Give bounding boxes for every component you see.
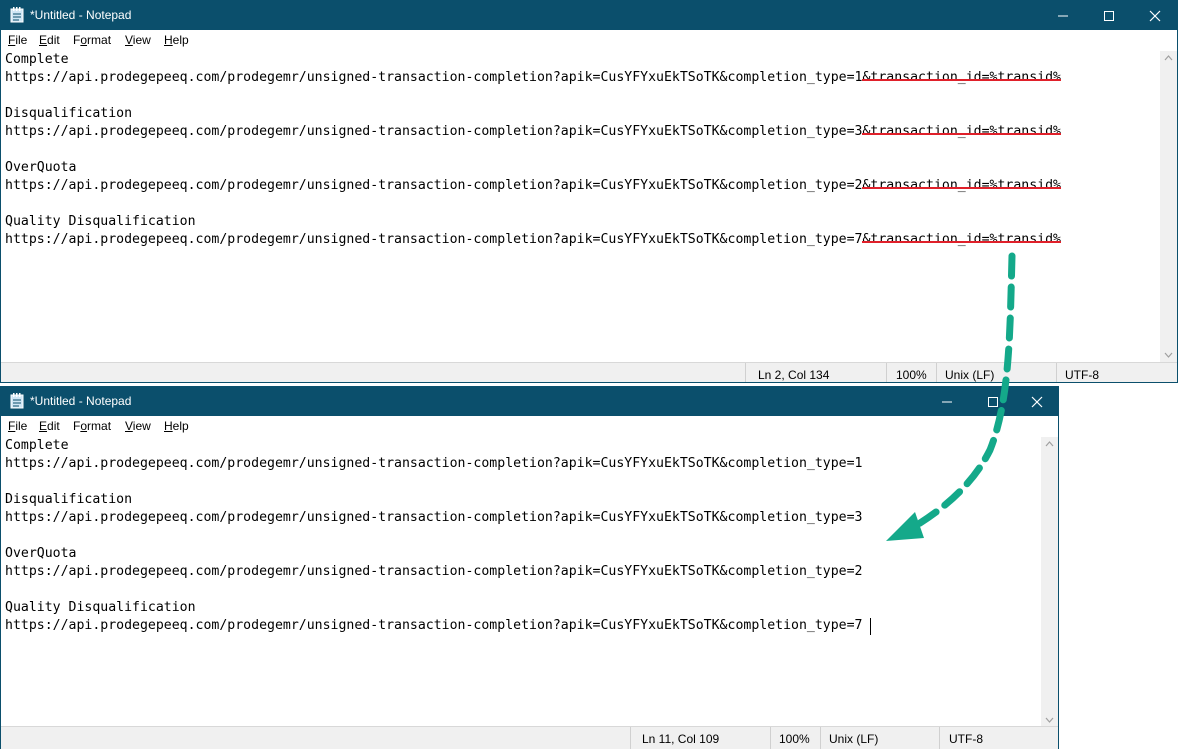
title-bar[interactable]: *Untitled - Notepad	[1, 387, 1058, 416]
editor-line: OverQuota	[5, 546, 77, 561]
encoding: UTF-8	[1065, 368, 1099, 382]
text-caret	[870, 618, 871, 635]
text-editor[interactable]: Complete https://api.prodegepeeq.com/pro…	[1, 437, 1041, 727]
menu-view[interactable]: View	[125, 419, 151, 433]
title-bar[interactable]: *Untitled - Notepad	[1, 1, 1177, 30]
minimize-button[interactable]	[1040, 1, 1086, 30]
menu-format[interactable]: Format	[73, 419, 111, 433]
maximize-button[interactable]	[1086, 1, 1132, 30]
scroll-down-icon[interactable]	[1045, 717, 1054, 723]
minimize-icon	[1058, 15, 1068, 17]
line-ending: Unix (LF)	[829, 732, 879, 746]
maximize-button[interactable]	[970, 387, 1016, 416]
scroll-down-icon[interactable]	[1164, 352, 1173, 358]
editor-line: https://api.prodegepeeq.com/prodegemr/un…	[5, 232, 1061, 247]
zoom-level: 100%	[896, 368, 927, 382]
menu-view[interactable]: View	[125, 33, 151, 47]
struck-text: &transaction_id=%transid%	[862, 70, 1061, 85]
cursor-position: Ln 11, Col 109	[642, 732, 720, 746]
zoom-level: 100%	[779, 732, 810, 746]
editor-line: Disqualification	[5, 492, 133, 507]
text-editor[interactable]: Complete https://api.prodegepeeq.com/pro…	[1, 51, 1160, 362]
cursor-position: Ln 2, Col 134	[758, 368, 830, 382]
close-button[interactable]	[1132, 1, 1177, 30]
scroll-up-icon[interactable]	[1045, 441, 1054, 447]
encoding: UTF-8	[949, 732, 983, 746]
struck-text: &transaction_id=%transid%	[862, 124, 1061, 139]
editor-line: https://api.prodegepeeq.com/prodegemr/un…	[5, 456, 863, 471]
menu-edit[interactable]: Edit	[39, 33, 60, 47]
window-title: *Untitled - Notepad	[30, 394, 132, 408]
close-icon	[1149, 10, 1161, 22]
window-title: *Untitled - Notepad	[30, 8, 132, 22]
struck-text: &transaction_id=%transid%	[862, 232, 1061, 247]
editor-line: Disqualification	[5, 106, 133, 121]
menu-file[interactable]: File	[8, 419, 27, 433]
editor-line: Quality Disqualification	[5, 214, 196, 229]
maximize-icon	[1104, 11, 1114, 21]
maximize-icon	[988, 397, 998, 407]
close-button[interactable]	[1014, 387, 1058, 416]
minimize-button[interactable]	[924, 387, 970, 416]
editor-line: Complete	[5, 438, 69, 453]
editor-line: Complete	[5, 52, 69, 67]
editor-line: https://api.prodegepeeq.com/prodegemr/un…	[5, 70, 1061, 85]
menu-bar: File Edit Format View Help	[1, 30, 1177, 51]
vertical-scrollbar[interactable]	[1041, 437, 1058, 727]
editor-line: OverQuota	[5, 160, 77, 175]
menu-format[interactable]: Format	[73, 33, 111, 47]
notepad-window-after: *Untitled - Notepad File Edit Format Vie…	[0, 386, 1059, 749]
editor-line: https://api.prodegepeeq.com/prodegemr/un…	[5, 178, 1061, 193]
minimize-icon	[942, 401, 952, 403]
editor-line: https://api.prodegepeeq.com/prodegemr/un…	[5, 618, 863, 633]
struck-text: &transaction_id=%transid%	[862, 178, 1061, 193]
menu-help[interactable]: Help	[164, 33, 189, 47]
menu-bar: File Edit Format View Help	[1, 416, 1058, 437]
notepad-icon	[10, 7, 24, 23]
notepad-icon	[10, 393, 24, 409]
menu-edit[interactable]: Edit	[39, 419, 60, 433]
editor-line: Quality Disqualification	[5, 600, 196, 615]
editor-line: https://api.prodegepeeq.com/prodegemr/un…	[5, 124, 1061, 139]
notepad-window-before: *Untitled - Notepad File Edit Format Vie…	[0, 0, 1178, 383]
close-icon	[1031, 396, 1043, 408]
vertical-scrollbar[interactable]	[1160, 51, 1177, 362]
menu-file[interactable]: File	[8, 33, 27, 47]
editor-line: https://api.prodegepeeq.com/prodegemr/un…	[5, 510, 863, 525]
menu-help[interactable]: Help	[164, 419, 189, 433]
status-bar: Ln 11, Col 109 100% Unix (LF) UTF-8	[1, 726, 1058, 749]
line-ending: Unix (LF)	[945, 368, 995, 382]
status-bar: Ln 2, Col 134 100% Unix (LF) UTF-8	[1, 362, 1177, 382]
scroll-up-icon[interactable]	[1164, 55, 1173, 61]
editor-line: https://api.prodegepeeq.com/prodegemr/un…	[5, 564, 863, 579]
